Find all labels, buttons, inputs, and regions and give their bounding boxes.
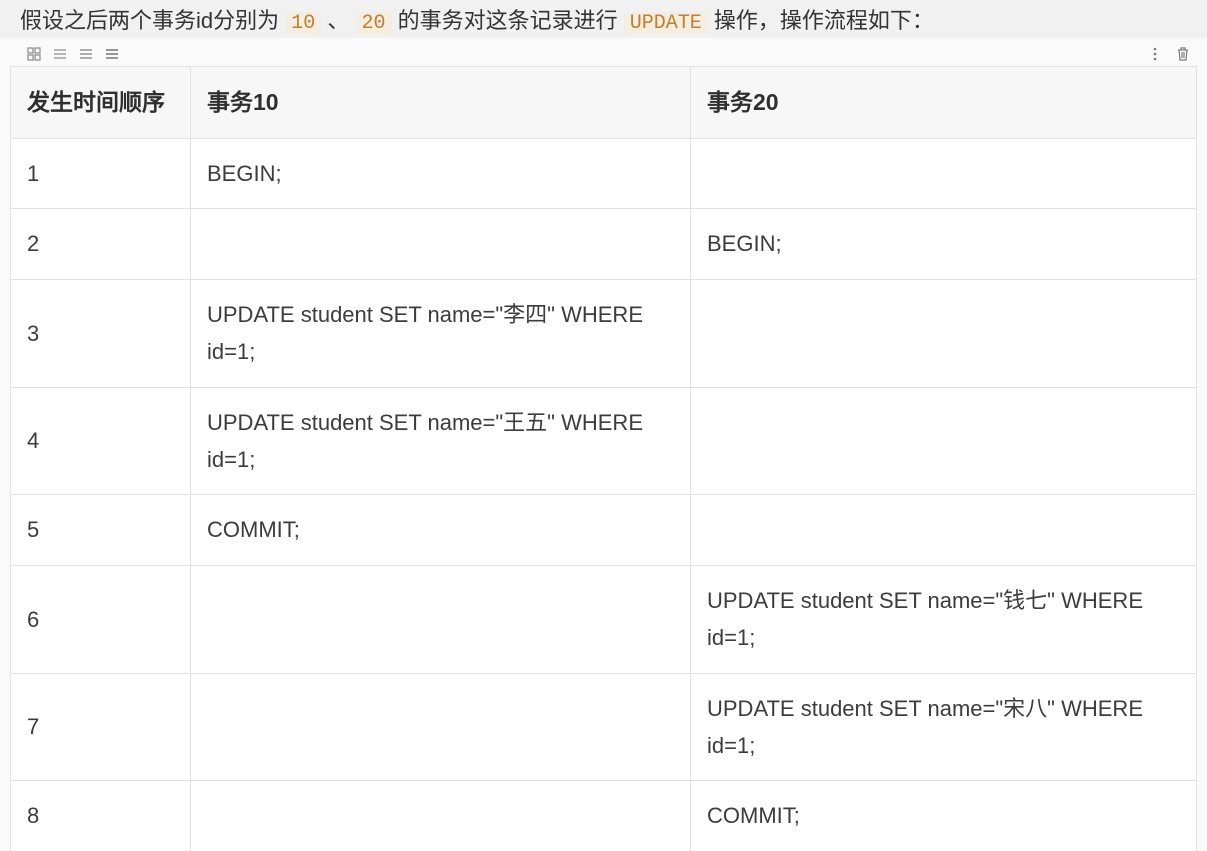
more-vertical-icon[interactable] <box>1147 46 1163 62</box>
cell-t10[interactable]: BEGIN; <box>191 139 691 209</box>
intro-tx2-code: 20 <box>356 12 392 35</box>
table-row: 1 BEGIN; <box>11 139 1197 209</box>
cell-t20[interactable]: UPDATE student SET name="钱七" WHERE id=1; <box>691 565 1197 673</box>
list-medium-icon[interactable] <box>78 46 94 62</box>
intro-op-code: UPDATE <box>624 12 708 35</box>
list-large-icon[interactable] <box>104 46 120 62</box>
header-time: 发生时间顺序 <box>11 67 191 139</box>
table-row: 8 COMMIT; <box>11 781 1197 851</box>
transaction-table: 发生时间顺序 事务10 事务20 1 BEGIN; 2 BEGIN; 3 UPD… <box>10 66 1197 851</box>
grid-icon[interactable] <box>26 46 42 62</box>
table-row: 2 BEGIN; <box>11 209 1197 279</box>
intro-suffix: 操作，操作流程如下： <box>708 8 934 33</box>
cell-n: 3 <box>11 279 191 387</box>
cell-n: 8 <box>11 781 191 851</box>
header-tx20: 事务20 <box>691 67 1197 139</box>
intro-sep1: 、 <box>321 8 355 33</box>
table-row: 7 UPDATE student SET name="宋八" WHERE id=… <box>11 673 1197 781</box>
cell-t20[interactable]: UPDATE student SET name="宋八" WHERE id=1; <box>691 673 1197 781</box>
cell-t10[interactable] <box>191 673 691 781</box>
table-row: 4 UPDATE student SET name="王五" WHERE id=… <box>11 387 1197 495</box>
cell-t10[interactable] <box>191 781 691 851</box>
cell-t10[interactable] <box>191 209 691 279</box>
trash-icon[interactable] <box>1175 46 1191 62</box>
cell-n: 2 <box>11 209 191 279</box>
table-row: 6 UPDATE student SET name="钱七" WHERE id=… <box>11 565 1197 673</box>
header-tx10: 事务10 <box>191 67 691 139</box>
cell-t20[interactable] <box>691 139 1197 209</box>
cell-n: 1 <box>11 139 191 209</box>
cell-t20[interactable] <box>691 279 1197 387</box>
cell-t20[interactable]: BEGIN; <box>691 209 1197 279</box>
cell-n: 5 <box>11 495 191 565</box>
table-header-row: 发生时间顺序 事务10 事务20 <box>11 67 1197 139</box>
cell-t10[interactable] <box>191 565 691 673</box>
intro-prefix: 假设之后两个事务id分别为 <box>20 8 285 33</box>
table-toolbar <box>10 42 1197 66</box>
cell-t20[interactable]: COMMIT; <box>691 781 1197 851</box>
list-small-icon[interactable] <box>52 46 68 62</box>
intro-mid: 的事务对这条记录进行 <box>392 8 624 33</box>
cell-t10[interactable]: UPDATE student SET name="王五" WHERE id=1; <box>191 387 691 495</box>
cell-t20[interactable] <box>691 387 1197 495</box>
intro-text: 假设之后两个事务id分别为 10 、 20 的事务对这条记录进行 UPDATE … <box>10 0 1197 42</box>
cell-n: 7 <box>11 673 191 781</box>
table-row: 5 COMMIT; <box>11 495 1197 565</box>
cell-t20[interactable] <box>691 495 1197 565</box>
table-row: 3 UPDATE student SET name="李四" WHERE id=… <box>11 279 1197 387</box>
intro-tx1-code: 10 <box>285 12 321 35</box>
cell-n: 4 <box>11 387 191 495</box>
cell-t10[interactable]: UPDATE student SET name="李四" WHERE id=1; <box>191 279 691 387</box>
cell-t10[interactable]: COMMIT; <box>191 495 691 565</box>
cell-n: 6 <box>11 565 191 673</box>
